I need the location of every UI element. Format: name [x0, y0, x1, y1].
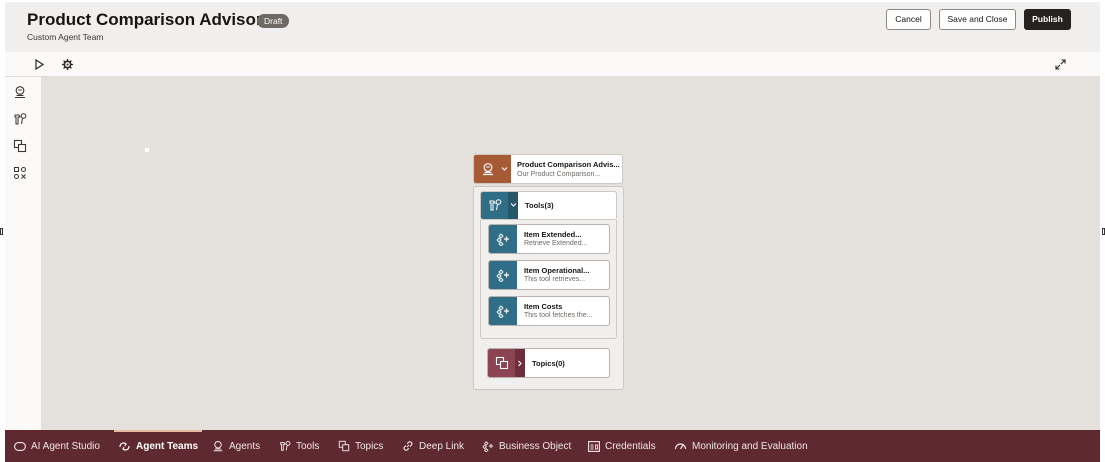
- publish-button[interactable]: Publish: [1024, 9, 1071, 30]
- topics-node-icon-box: [488, 349, 525, 377]
- credentials-icon: [588, 440, 600, 452]
- tools-list: Item Extended... Retrieve Extended... It…: [480, 220, 617, 339]
- nav-label: Topics: [355, 440, 384, 452]
- tools-icon: [280, 440, 291, 451]
- agent-children-group: Tools(3) Item Extended... Retrieve Exten…: [473, 186, 624, 390]
- topics-node[interactable]: Topics(0): [487, 348, 610, 378]
- left-rail: [5, 77, 41, 430]
- tool-item-costs[interactable]: Item Costs This tool fetches the...: [488, 296, 610, 326]
- nav-agents[interactable]: Agents: [212, 430, 260, 462]
- nav-monitoring-and-evaluation[interactable]: Monitoring and Evaluation: [674, 430, 808, 462]
- agent-node[interactable]: Product Comparison Advis... Our Product …: [473, 154, 623, 184]
- nav-agent-teams[interactable]: Agent Teams: [113, 430, 203, 462]
- nav-label: Tools: [296, 440, 320, 452]
- chevron-down-icon[interactable]: [510, 202, 517, 208]
- nav-label: Credentials: [605, 440, 656, 452]
- tools-icon: [489, 199, 502, 211]
- tool-icon-box: [489, 225, 517, 253]
- chevron-right-icon[interactable]: [517, 360, 523, 367]
- nav-business-object[interactable]: Business Object: [482, 430, 571, 462]
- agent-node-title: Product Comparison Advis...: [517, 160, 620, 169]
- topics-node-label: Topics(0): [532, 359, 565, 368]
- page-header: Product Comparison Advisor Draft Custom …: [5, 2, 1100, 52]
- save-and-close-button[interactable]: Save and Close: [939, 9, 1016, 30]
- nav-label: AI Agent Studio: [31, 440, 100, 452]
- tools-node-icon-box: [481, 192, 518, 219]
- nav-tools[interactable]: Tools: [279, 430, 319, 462]
- tools-node-label: Tools(3): [525, 201, 554, 210]
- monitoring-icon: [674, 442, 687, 449]
- tools-icon[interactable]: [13, 112, 27, 126]
- tool-item-title: Item Extended...: [524, 230, 582, 239]
- agent-teams-icon: [119, 441, 130, 451]
- bottom-nav: AI Agent Studio Agent Teams Agents Tools…: [5, 430, 1100, 462]
- business-object-icon: [496, 233, 509, 246]
- business-object-icon: [482, 441, 494, 452]
- play-icon[interactable]: [33, 58, 46, 71]
- tool-item-title: Item Operational...: [524, 266, 590, 275]
- canvas-marker: [145, 148, 149, 152]
- agent-icon: [483, 163, 493, 176]
- studio-icon: [14, 441, 26, 451]
- tool-item-subtitle: Retrieve Extended...: [524, 240, 588, 247]
- nav-label: Deep Link: [419, 440, 465, 452]
- nav-deep-link[interactable]: Deep Link: [402, 430, 464, 462]
- nav-ai-agent-studio[interactable]: AI Agent Studio: [14, 430, 100, 462]
- agent-node-icon-box: [474, 155, 511, 183]
- expand-icon[interactable]: [1054, 58, 1067, 71]
- tool-item-subtitle: This tool retrieves...: [524, 276, 586, 283]
- tool-icon-box: [489, 261, 517, 289]
- agent-team-canvas[interactable]: Product Comparison Advis... Our Product …: [41, 77, 1100, 430]
- topics-icon[interactable]: [13, 139, 27, 153]
- resize-handle-left[interactable]: [0, 228, 3, 235]
- nav-label: Agents: [229, 440, 261, 452]
- topics-icon: [338, 440, 350, 452]
- agents-icon: [213, 440, 223, 452]
- canvas-toolbar: [5, 52, 1100, 77]
- link-icon: [403, 441, 413, 451]
- business-object-icon: [496, 269, 509, 282]
- tool-item-title: Item Costs: [524, 302, 563, 311]
- status-badge: Draft: [257, 14, 290, 28]
- nav-label: Agent Teams: [136, 440, 199, 452]
- nav-label: Monitoring and Evaluation: [692, 440, 808, 452]
- page-subtitle: Custom Agent Team: [27, 32, 104, 42]
- gear-icon[interactable]: [61, 58, 74, 71]
- agent-icon[interactable]: [13, 85, 27, 99]
- agent-node-subtitle: Our Product Comparison...: [517, 171, 601, 178]
- tool-item-extended[interactable]: Item Extended... Retrieve Extended...: [488, 224, 610, 254]
- tools-node[interactable]: Tools(3): [480, 191, 617, 220]
- nav-label: Business Object: [499, 440, 572, 452]
- nodes-icon[interactable]: [13, 166, 27, 180]
- page-title: Product Comparison Advisor: [27, 10, 263, 29]
- tool-icon-box: [489, 297, 517, 325]
- chevron-down-icon[interactable]: [501, 166, 508, 172]
- tool-item-subtitle: This tool fetches the...: [524, 312, 593, 319]
- cancel-button[interactable]: Cancel: [886, 9, 931, 30]
- business-object-icon: [496, 305, 509, 318]
- topics-icon: [495, 356, 509, 370]
- tool-item-operational[interactable]: Item Operational... This tool retrieves.…: [488, 260, 610, 290]
- nav-topics[interactable]: Topics: [338, 430, 383, 462]
- nav-credentials[interactable]: Credentials: [588, 430, 656, 462]
